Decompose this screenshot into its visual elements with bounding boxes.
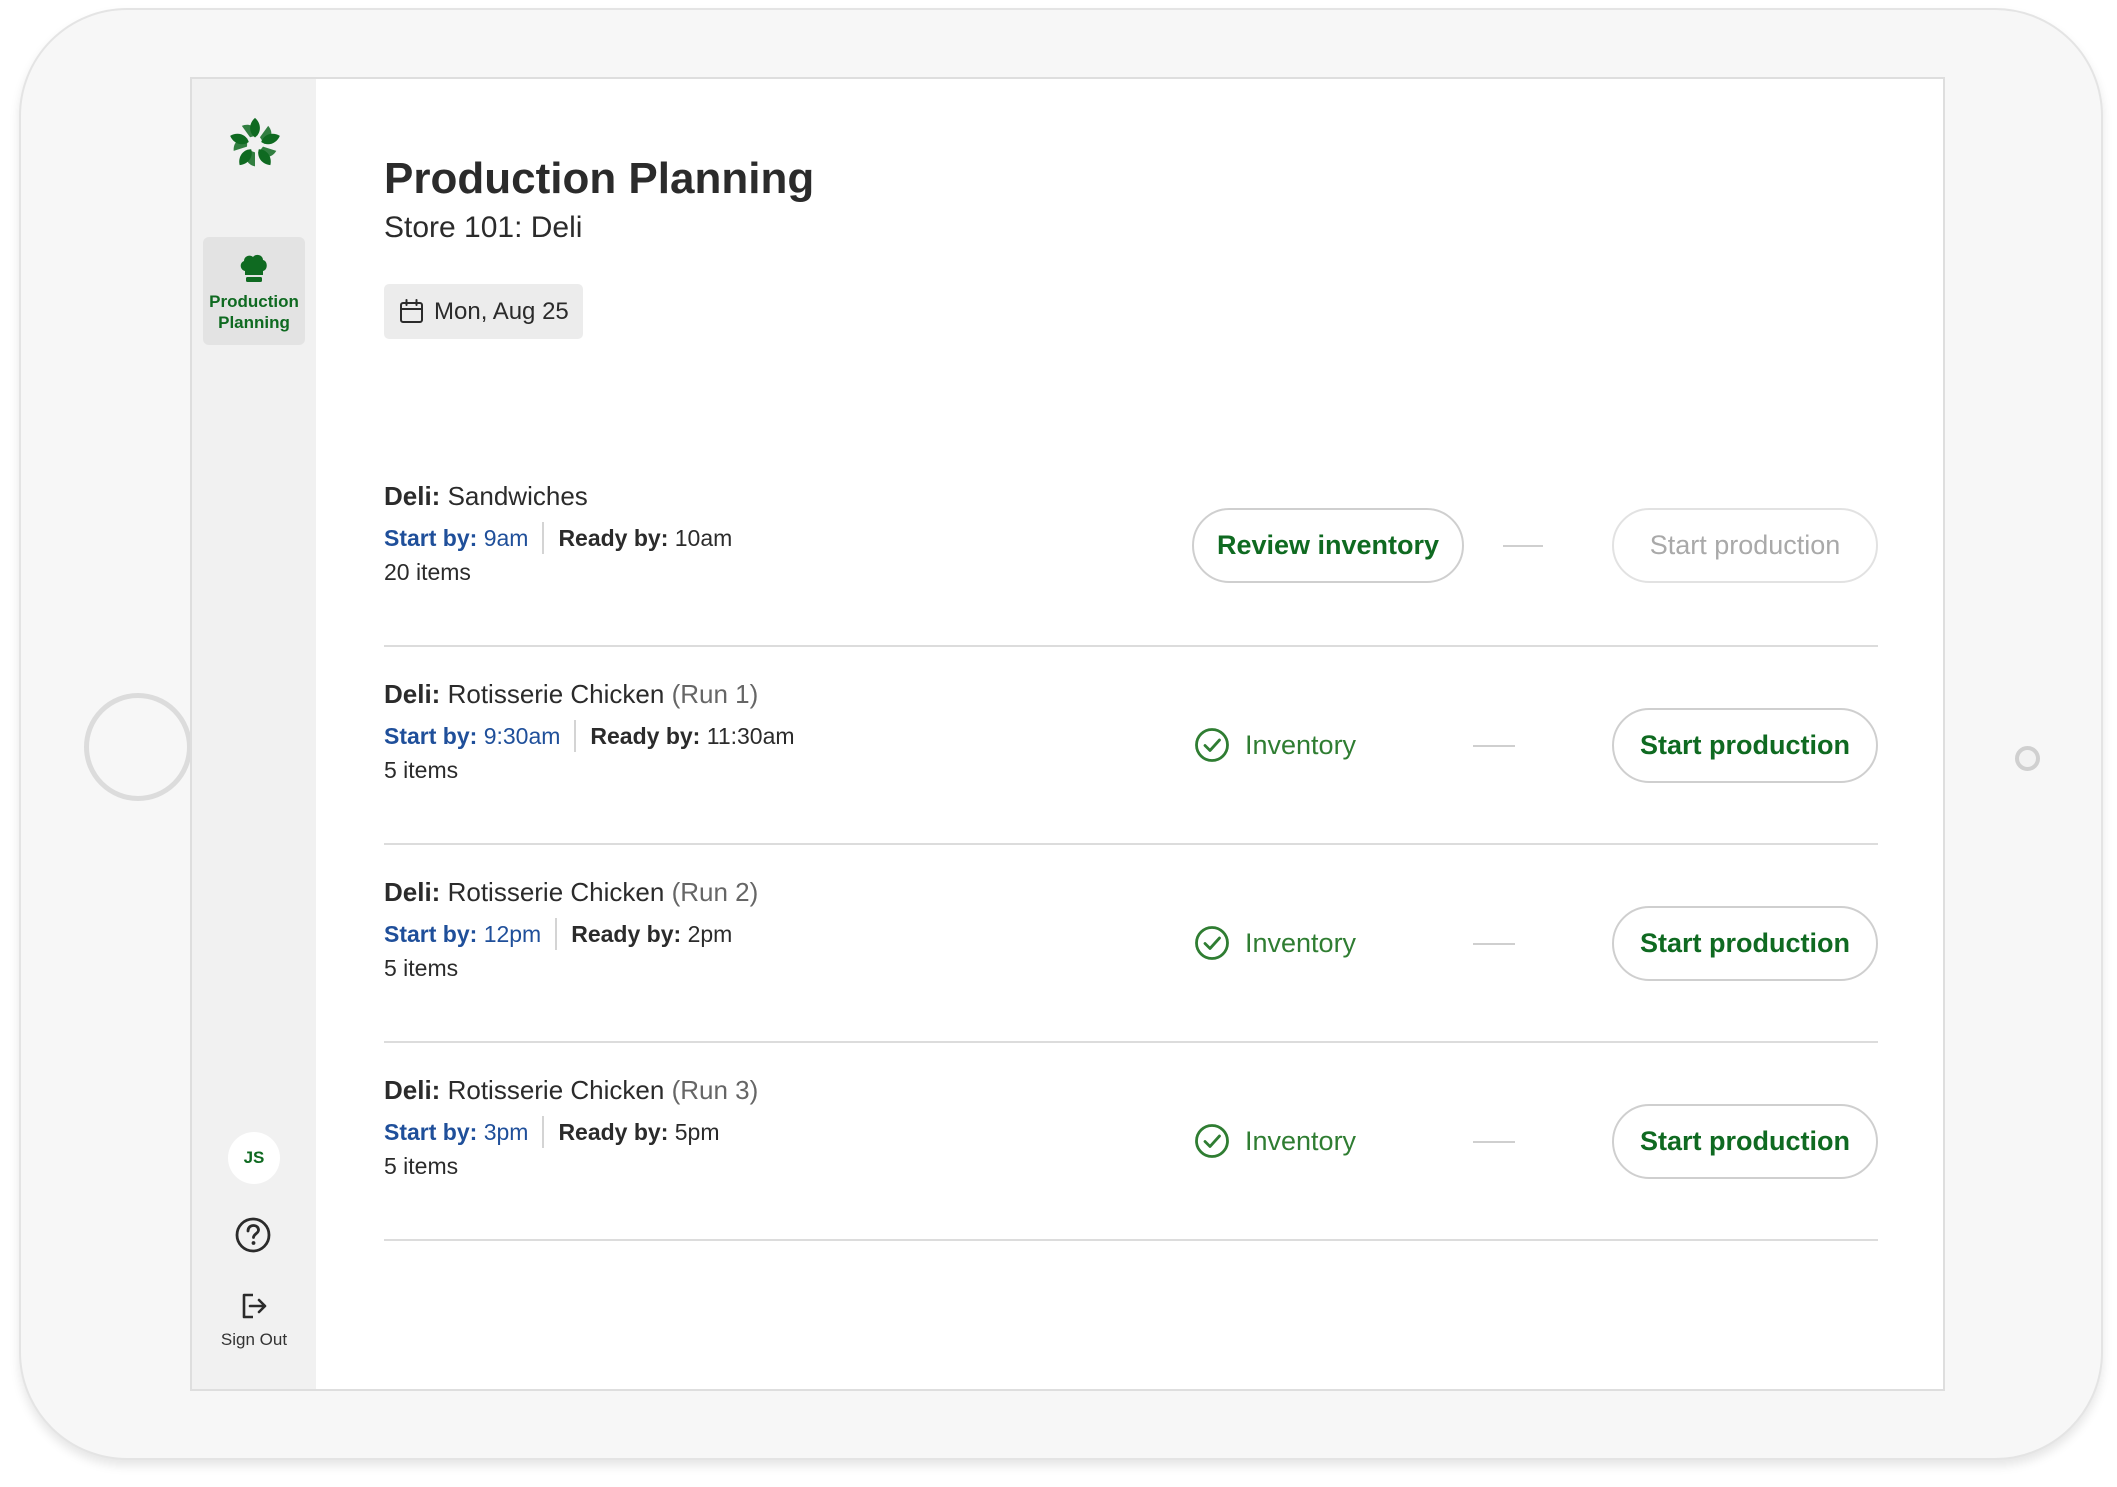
start-by-time: 9am — [483, 524, 529, 551]
run-title: Deli: Rotisserie Chicken (Run 2) — [384, 877, 758, 908]
time-separator — [574, 720, 577, 752]
run-title: Deli: Sandwiches — [384, 481, 588, 512]
item-count: 5 items — [384, 1153, 459, 1179]
sign-out-label: Sign Out — [220, 1330, 288, 1349]
ready-by-label: Ready by: — [590, 722, 701, 749]
list-item: Deli: Sandwiches Start by: 9am Ready by:… — [384, 449, 1878, 647]
time-separator — [542, 522, 545, 554]
run-number: (Run 2) — [671, 877, 759, 907]
date-picker[interactable]: Mon, Aug 25 — [384, 284, 583, 339]
step-connector — [1503, 545, 1543, 547]
inventory-status: Inventory — [1194, 925, 1356, 961]
question-circle-icon[interactable] — [234, 1216, 272, 1254]
inventory-status: Inventory — [1194, 1123, 1356, 1159]
run-number: (Run 1) — [671, 679, 759, 709]
inventory-status-label: Inventory — [1245, 927, 1357, 958]
page-subtitle: Store 101: Deli — [384, 211, 583, 244]
home-button[interactable] — [84, 693, 192, 801]
ready-by-time: 2pm — [687, 920, 733, 947]
avatar[interactable]: JS — [228, 1132, 280, 1184]
sign-out-button[interactable]: Sign Out — [204, 1290, 304, 1350]
start-by-time: 9:30am — [483, 722, 561, 749]
run-times: Start by: 3pm Ready by: 5pm — [384, 1116, 720, 1148]
run-name: Rotisserie Chicken — [447, 877, 665, 907]
run-department: Deli: — [384, 877, 441, 907]
inventory-status-label: Inventory — [1245, 1125, 1357, 1156]
review-inventory-button[interactable]: Review inventory — [1192, 508, 1464, 583]
item-count: 5 items — [384, 757, 459, 783]
step-connector — [1473, 745, 1515, 747]
date-label: Mon, Aug 25 — [434, 297, 569, 325]
run-times: Start by: 9am Ready by: 10am — [384, 522, 732, 554]
start-by-label: Start by: — [384, 722, 478, 749]
run-department: Deli: — [384, 679, 441, 709]
chef-hat-icon — [240, 254, 267, 282]
sidebar-item-label: Production Planning — [209, 292, 299, 332]
start-production-button[interactable]: Start production — [1612, 708, 1878, 783]
run-times: Start by: 9:30am Ready by: 11:30am — [384, 720, 795, 752]
logo-icon — [230, 117, 280, 167]
ready-by-label: Ready by: — [571, 920, 682, 947]
check-circle-icon — [1195, 728, 1229, 762]
step-connector — [1473, 943, 1515, 945]
run-title: Deli: Rotisserie Chicken (Run 1) — [384, 679, 758, 710]
start-production-button[interactable]: Start production — [1612, 906, 1878, 981]
run-number: (Run 3) — [671, 1075, 759, 1105]
step-connector — [1473, 1141, 1515, 1143]
camera-dot — [2015, 746, 2040, 771]
start-by-label: Start by: — [384, 920, 478, 947]
run-title: Deli: Rotisserie Chicken (Run 3) — [384, 1075, 758, 1106]
sign-out-icon — [242, 1293, 267, 1319]
start-by-time: 3pm — [483, 1118, 529, 1145]
list-item: Deli: Rotisserie Chicken (Run 3) Start b… — [384, 1043, 1878, 1241]
time-separator — [542, 1116, 545, 1148]
run-department: Deli: — [384, 481, 441, 511]
sidebar: Production Planning JS Sign Out — [192, 79, 316, 1389]
ready-by-time: 10am — [674, 524, 733, 551]
ready-by-label: Ready by: — [558, 524, 669, 551]
row-divider — [384, 1239, 1878, 1241]
start-production-button[interactable]: Start production — [1612, 508, 1878, 583]
item-count: 20 items — [384, 559, 471, 585]
start-by-label: Start by: — [384, 524, 478, 551]
list-item: Deli: Rotisserie Chicken (Run 1) Start b… — [384, 647, 1878, 845]
start-by-time: 12pm — [483, 920, 542, 947]
start-production-button[interactable]: Start production — [1612, 1104, 1878, 1179]
item-count: 5 items — [384, 955, 459, 981]
check-circle-icon — [1195, 926, 1229, 960]
run-name: Rotisserie Chicken — [447, 679, 665, 709]
run-department: Deli: — [384, 1075, 441, 1105]
start-by-label: Start by: — [384, 1118, 478, 1145]
check-circle-icon — [1195, 1124, 1229, 1158]
ready-by-time: 5pm — [674, 1118, 720, 1145]
run-name: Sandwiches — [447, 481, 588, 511]
run-name: Rotisserie Chicken — [447, 1075, 665, 1105]
main-content: Production Planning Store 101: Deli Mon,… — [384, 79, 1943, 1389]
run-times: Start by: 12pm Ready by: 2pm — [384, 918, 732, 950]
calendar-icon — [400, 299, 423, 323]
inventory-status-label: Inventory — [1245, 729, 1357, 760]
ready-by-label: Ready by: — [558, 1118, 669, 1145]
page-title: Production Planning — [384, 154, 815, 203]
sidebar-item-production-planning[interactable]: Production Planning — [203, 237, 305, 345]
app-screen: Production Planning JS Sign Out Producti… — [190, 77, 1945, 1391]
inventory-status: Inventory — [1194, 727, 1356, 763]
list-item: Deli: Rotisserie Chicken (Run 2) Start b… — [384, 845, 1878, 1043]
time-separator — [555, 918, 558, 950]
ready-by-time: 11:30am — [706, 722, 795, 749]
